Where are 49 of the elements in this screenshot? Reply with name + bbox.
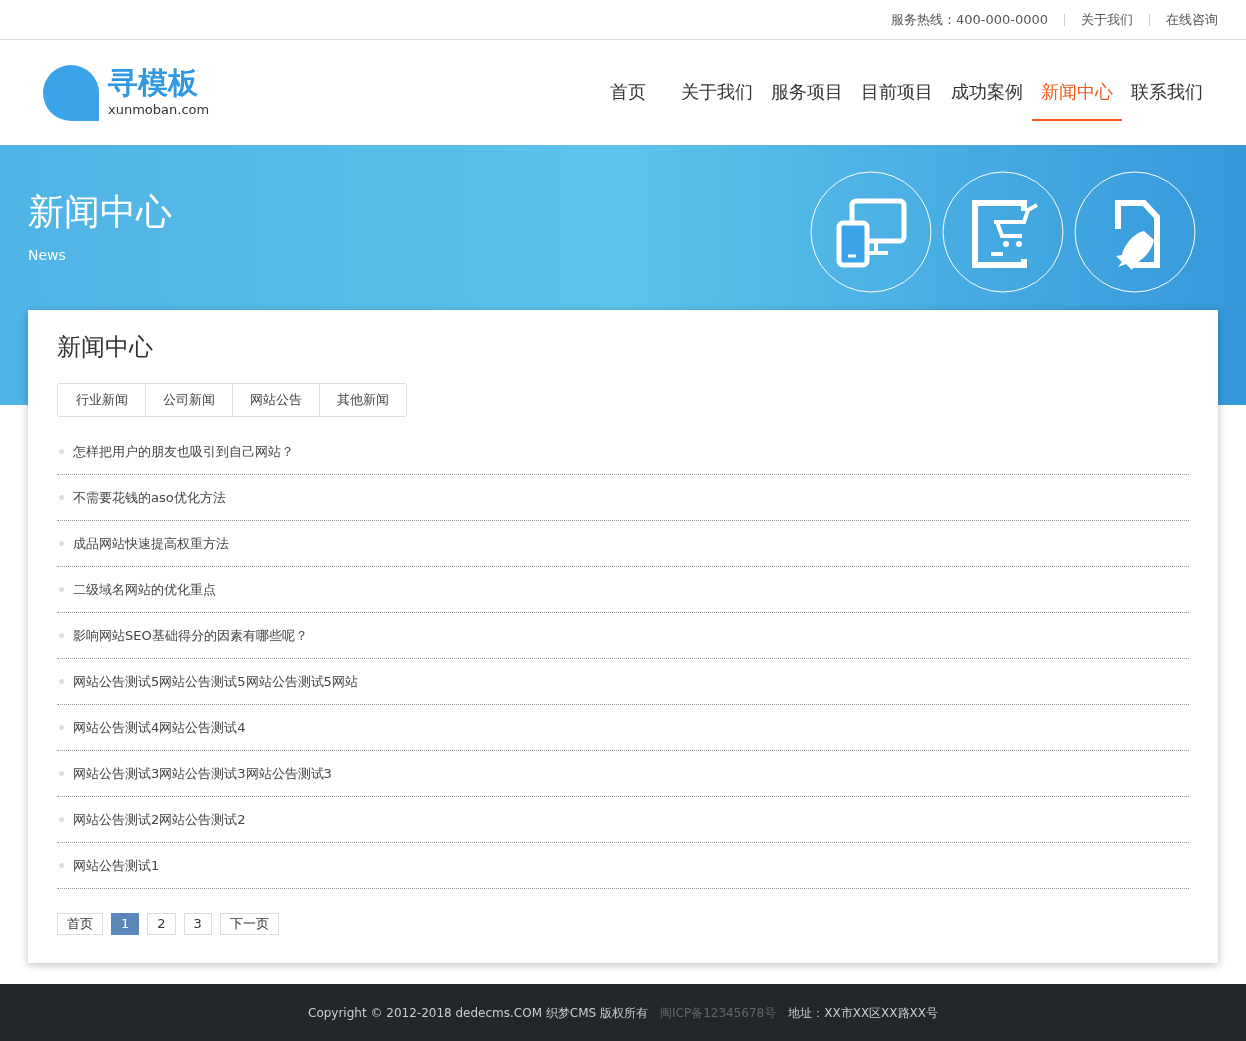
bullet-icon <box>59 541 64 546</box>
address-text: 地址：XX市XX区XX路XX号 <box>788 1004 938 1022</box>
logo-icon <box>42 63 100 122</box>
banner-title: 新闻中心 <box>28 190 172 234</box>
article-link[interactable]: 影响网站SEO基础得分的因素有哪些呢？ <box>73 625 308 646</box>
banner-subtitle: News <box>28 246 67 265</box>
nav-item[interactable]: 服务项目 <box>762 64 852 121</box>
article-link[interactable]: 不需要花钱的aso优化方法 <box>73 487 226 508</box>
page-button[interactable]: 3 <box>183 913 212 935</box>
tablet-cart-icon <box>942 171 1064 293</box>
bullet-icon <box>59 633 64 638</box>
category-tab[interactable]: 公司新闻 <box>145 384 232 416</box>
devices-icon <box>810 171 932 293</box>
article-link[interactable]: 网站公告测试5网站公告测试5网站公告测试5网站 <box>73 671 358 692</box>
hotline-text: 服务热线：400-000-0000 <box>890 10 1048 29</box>
category-tab[interactable]: 行业新闻 <box>58 384 145 416</box>
page-button[interactable]: 1 <box>111 913 140 935</box>
article-link[interactable]: 二级域名网站的优化重点 <box>73 579 216 600</box>
article-link[interactable]: 网站公告测试3网站公告测试3网站公告测试3 <box>73 763 332 784</box>
bullet-icon <box>59 771 64 776</box>
nav-item[interactable]: 首页 <box>601 64 655 121</box>
article-link[interactable]: 网站公告测试4网站公告测试4 <box>73 717 246 738</box>
bullet-icon <box>59 679 64 684</box>
top-link[interactable]: 关于我们 <box>1081 9 1133 30</box>
article-link[interactable]: 怎样把用户的朋友也吸引到自己网站？ <box>73 441 294 462</box>
rocket-document-icon <box>1074 171 1196 293</box>
article-link[interactable]: 网站公告测试1 <box>73 855 160 876</box>
top-link[interactable]: 在线咨询 <box>1166 9 1218 30</box>
nav-item[interactable]: 联系我们 <box>1122 64 1212 121</box>
page-button[interactable]: 2 <box>147 913 176 935</box>
article-link[interactable]: 成品网站快速提高权重方法 <box>73 533 229 554</box>
nav-item[interactable]: 关于我们 <box>672 64 762 121</box>
category-tab[interactable]: 网站公告 <box>232 384 319 416</box>
bullet-icon <box>59 495 64 500</box>
logo-name: 寻模板 <box>108 65 199 100</box>
bullet-icon <box>59 863 64 868</box>
nav-item[interactable]: 目前项目 <box>852 64 942 121</box>
bullet-icon <box>59 725 64 730</box>
nav-item[interactable]: 成功案例 <box>942 64 1032 121</box>
page-button[interactable]: 首页 <box>57 913 103 935</box>
bullet-icon <box>59 587 64 592</box>
logo-domain: xunmoban.com <box>108 100 210 119</box>
page-button[interactable]: 下一页 <box>219 913 279 935</box>
bullet-icon <box>59 449 64 454</box>
bullet-icon <box>59 817 64 822</box>
article-link[interactable]: 网站公告测试2网站公告测试2 <box>73 809 246 830</box>
section-title: 新闻中心 <box>57 332 154 362</box>
copyright-text: Copyright © 2012-2018 dedecms.COM 织梦CMS 版权所有 <box>308 1004 648 1022</box>
category-tab[interactable]: 其他新闻 <box>319 384 406 416</box>
